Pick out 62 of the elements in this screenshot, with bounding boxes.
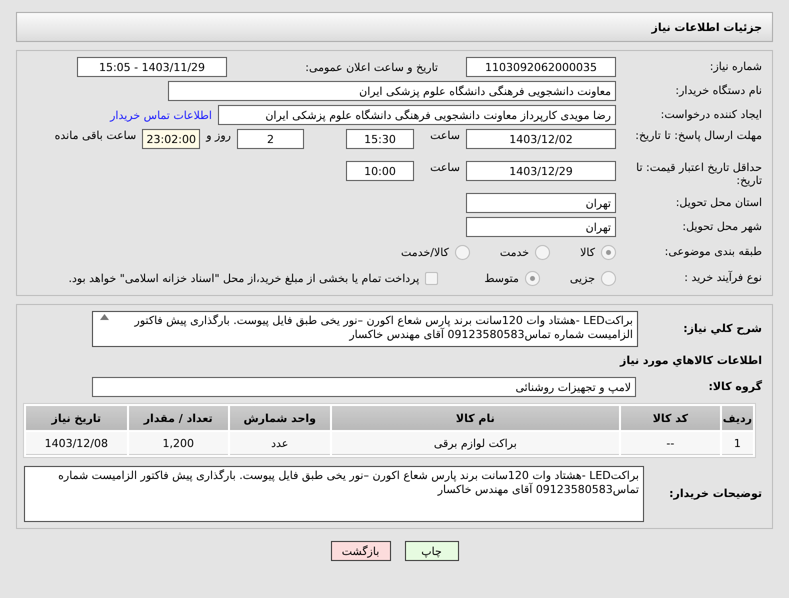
buyer-contact-link[interactable]: اطلاعات تماس خریدار [110, 108, 212, 122]
print-button[interactable]: چاپ [404, 541, 458, 561]
need-number-field[interactable]: 1103092062000035 [466, 57, 616, 77]
scroll-arrow-icon[interactable] [100, 314, 108, 320]
field-label: شماره نیاز: [708, 60, 762, 74]
remaining-time-field[interactable]: 23:02:00 [142, 129, 200, 149]
page-title-bar: جزئیات اطلاعات نیاز [16, 12, 773, 42]
radio-button[interactable] [524, 270, 540, 286]
buyer-org-field[interactable]: معاونت دانشجویی فرهنگی دانشگاه علوم پزشکی ایران [168, 81, 616, 101]
field-label: ایجاد کننده درخواست: [660, 108, 762, 122]
province-field[interactable]: تهران [466, 193, 616, 213]
remaining-label: ساعت باقی مانده [54, 129, 136, 142]
days-field[interactable]: 2 [237, 129, 304, 149]
field-label: طبقه بندی موضوعی: [664, 245, 762, 259]
checkbox[interactable] [425, 272, 438, 284]
requester-field[interactable]: رضا مویدی کارپرداز معاونت دانشجویی فرهنگی دانشگاه علوم پزشکی ایران [218, 105, 616, 125]
radio-button[interactable] [601, 270, 616, 286]
radio-option[interactable]: خدمت [500, 244, 550, 260]
validity-date-field[interactable]: 1403/12/29 [466, 161, 616, 181]
column-header: کد کالا [621, 406, 720, 430]
column-header: واحد شمارش [230, 406, 330, 430]
time-label: ساعت [429, 161, 460, 174]
description-textarea[interactable]: براکتLED -هشتاد وات 120سانت برند پارس شعاع اکورن –نور یخی طبق فایل پیوست. بارگذاری پیش فاکتور الزامیست شماره تماس09123580583 آقای مهندس خاکسار [92, 311, 638, 347]
reply-date-field[interactable]: 1403/12/02 [466, 129, 616, 149]
table-cell: 1,200 [128, 432, 228, 455]
table-cell: عدد [230, 432, 330, 455]
reply-time-field[interactable]: 15:30 [346, 129, 414, 149]
announce-date-field[interactable]: 1403/11/29 - 15:05 [77, 57, 227, 77]
field-label: نوع فرآیند خرید : [683, 271, 762, 285]
radio-button[interactable] [601, 244, 616, 260]
back-button[interactable]: بازگشت [330, 541, 390, 561]
validity-time-field[interactable]: 10:00 [346, 161, 414, 181]
radio-option[interactable]: کالا [580, 244, 616, 260]
column-header: تاریخ نیاز [26, 406, 127, 430]
field-label: نام دستگاه خریدار: [674, 84, 762, 98]
field-label: استان محل تحویل: [674, 196, 762, 210]
goods-group-field[interactable]: لامپ و تجهیزات روشنائی [92, 377, 636, 397]
section-heading: اطلاعات کالاهاي مورد نیاز [618, 354, 762, 368]
field-label: تاریخ و ساعت اعلان عمومی: [304, 60, 438, 74]
column-header: تعداد / مقدار [128, 406, 228, 430]
column-header: ردیف [722, 406, 753, 430]
column-header: نام کالا [332, 406, 620, 430]
field-label: مهلت ارسال پاسخ: تا تاریخ: [634, 129, 762, 142]
radio-option[interactable]: جزیی [570, 270, 616, 286]
table-cell: 1 [722, 432, 753, 455]
time-label: ساعت [429, 129, 460, 142]
table-cell: -- [621, 432, 720, 455]
field-label: توضیحات خریدار: [668, 487, 762, 501]
table-cell: 1403/12/08 [26, 432, 127, 455]
table-cell: براکت لوازم برقی [332, 432, 620, 455]
payment-checkbox-option[interactable]: پرداخت تمام یا بخشی از مبلغ خرید،از محل "اسناد خزانه اسلامی" خواهد بود. [68, 272, 438, 284]
field-label: شرح کلي نیاز: [682, 322, 762, 336]
city-field[interactable]: تهران [466, 217, 616, 237]
field-label: گروه کالا: [707, 380, 762, 394]
radio-option[interactable]: کالا/خدمت [401, 244, 470, 260]
buyer-notes-textarea[interactable]: براکتLED -هشتاد وات 120سانت برند پارس شعاع اکورن –نور یخی طبق فایل پیوست. بارگذاری پیش فاکتور الزامیست شماره تماس09123580583 آقای مهندس خاکسار [24, 466, 644, 522]
days-label: روز و [206, 129, 231, 142]
field-label: حداقل تاریخ اعتبار قیمت: تا تاریخ: [635, 161, 762, 188]
radio-button[interactable] [535, 244, 550, 260]
radio-option[interactable]: متوسط [484, 270, 540, 286]
radio-button[interactable] [454, 244, 470, 260]
field-label: شهر محل تحویل: [681, 220, 762, 234]
